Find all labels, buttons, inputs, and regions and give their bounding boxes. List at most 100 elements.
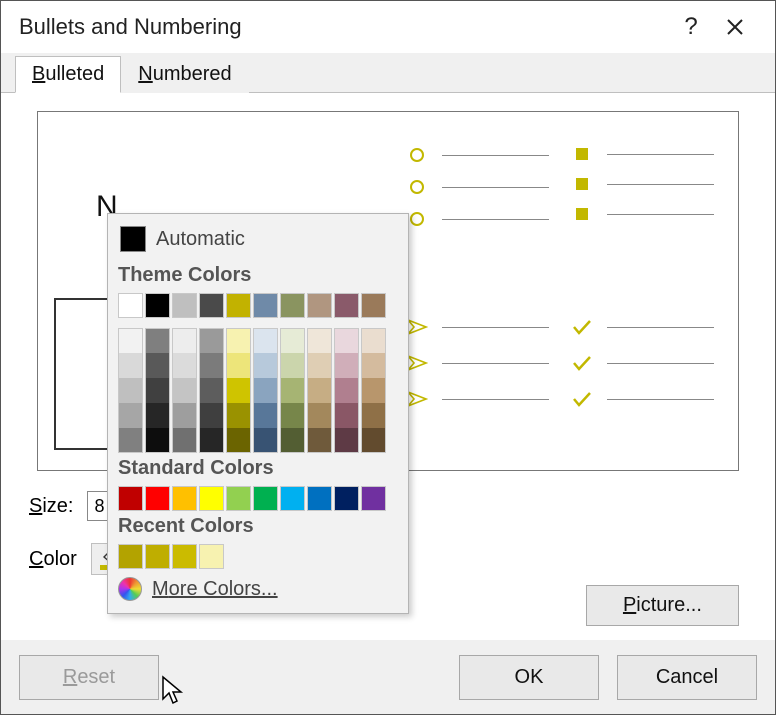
color-swatch[interactable]: [307, 428, 332, 453]
more-colors-option[interactable]: More Colors...: [118, 571, 398, 601]
footer: Reset OK Cancel: [1, 640, 775, 714]
tab-numbered[interactable]: Numbered: [121, 56, 248, 93]
color-swatch[interactable]: [307, 378, 332, 403]
color-swatch[interactable]: [118, 403, 143, 428]
color-swatch[interactable]: [118, 428, 143, 453]
color-swatch[interactable]: [361, 378, 386, 403]
color-swatch[interactable]: [361, 353, 386, 378]
color-swatch[interactable]: [334, 378, 359, 403]
color-swatch[interactable]: [280, 293, 305, 318]
color-swatch[interactable]: [253, 378, 278, 403]
color-swatch[interactable]: [172, 544, 197, 569]
color-swatch[interactable]: [172, 428, 197, 453]
color-swatch[interactable]: [199, 403, 224, 428]
standard-colors-row: [118, 486, 398, 511]
color-swatch[interactable]: [280, 486, 305, 511]
picture-button[interactable]: Picture...: [586, 585, 739, 626]
color-swatch[interactable]: [145, 328, 170, 353]
color-swatch[interactable]: [199, 353, 224, 378]
close-icon[interactable]: [713, 17, 757, 37]
color-swatch[interactable]: [145, 428, 170, 453]
color-swatch[interactable]: [118, 353, 143, 378]
color-swatch[interactable]: [172, 378, 197, 403]
ok-button[interactable]: OK: [459, 655, 599, 700]
help-icon[interactable]: ?: [669, 13, 713, 41]
color-swatch[interactable]: [334, 328, 359, 353]
color-swatch[interactable]: [226, 428, 251, 453]
recent-colors-row: [118, 544, 398, 569]
automatic-swatch: [120, 226, 146, 252]
color-swatch[interactable]: [172, 403, 197, 428]
color-swatch[interactable]: [145, 486, 170, 511]
cancel-button[interactable]: Cancel: [617, 655, 757, 700]
color-swatch[interactable]: [118, 328, 143, 353]
color-swatch[interactable]: [199, 544, 224, 569]
color-swatch[interactable]: [172, 486, 197, 511]
color-swatch[interactable]: [280, 403, 305, 428]
color-swatch[interactable]: [172, 353, 197, 378]
bullet-option-filled-square[interactable]: [565, 130, 720, 290]
color-swatch[interactable]: [307, 328, 332, 353]
color-swatch[interactable]: [307, 403, 332, 428]
color-swatch[interactable]: [253, 353, 278, 378]
bullet-style-grid: [400, 130, 720, 460]
color-swatch[interactable]: [172, 328, 197, 353]
theme-colors-top-row: [118, 293, 398, 318]
color-swatch[interactable]: [307, 353, 332, 378]
color-swatch[interactable]: [253, 486, 278, 511]
color-swatch[interactable]: [253, 428, 278, 453]
color-swatch[interactable]: [280, 378, 305, 403]
automatic-color-option[interactable]: Automatic: [118, 222, 398, 260]
color-swatch[interactable]: [361, 486, 386, 511]
color-swatch[interactable]: [334, 353, 359, 378]
color-swatch[interactable]: [226, 403, 251, 428]
color-swatch[interactable]: [361, 328, 386, 353]
color-swatch[interactable]: [253, 328, 278, 353]
tab-bulleted[interactable]: Bulleted: [15, 56, 121, 93]
color-swatch[interactable]: [361, 293, 386, 318]
color-swatch[interactable]: [361, 403, 386, 428]
color-swatch[interactable]: [280, 428, 305, 453]
bullet-option-open-circle[interactable]: [400, 130, 555, 290]
dialog-title: Bullets and Numbering: [19, 14, 669, 40]
color-swatch[interactable]: [118, 293, 143, 318]
color-swatch[interactable]: [145, 403, 170, 428]
color-swatch[interactable]: [226, 486, 251, 511]
color-swatch[interactable]: [199, 328, 224, 353]
color-swatch[interactable]: [199, 378, 224, 403]
color-swatch[interactable]: [118, 486, 143, 511]
color-swatch[interactable]: [145, 293, 170, 318]
size-label: Size:: [29, 495, 73, 518]
color-swatch[interactable]: [199, 293, 224, 318]
cursor-icon: [161, 675, 185, 710]
color-swatch[interactable]: [226, 378, 251, 403]
standard-colors-heading: Standard Colors: [118, 457, 398, 480]
color-swatch[interactable]: [280, 328, 305, 353]
color-swatch[interactable]: [307, 486, 332, 511]
color-swatch[interactable]: [334, 293, 359, 318]
bullet-option-checkmark[interactable]: [565, 300, 720, 460]
color-swatch[interactable]: [361, 428, 386, 453]
color-swatch[interactable]: [253, 293, 278, 318]
color-swatch[interactable]: [145, 378, 170, 403]
color-swatch[interactable]: [172, 293, 197, 318]
color-swatch[interactable]: [253, 403, 278, 428]
color-swatch[interactable]: [226, 353, 251, 378]
color-swatch[interactable]: [118, 378, 143, 403]
color-swatch[interactable]: [145, 353, 170, 378]
color-swatch[interactable]: [199, 428, 224, 453]
color-swatch[interactable]: [334, 428, 359, 453]
color-swatch[interactable]: [226, 293, 251, 318]
bullet-option-arrow[interactable]: [400, 300, 555, 460]
color-swatch[interactable]: [334, 403, 359, 428]
color-swatch[interactable]: [145, 544, 170, 569]
color-swatch[interactable]: [226, 328, 251, 353]
color-swatch[interactable]: [334, 486, 359, 511]
color-swatch[interactable]: [118, 544, 143, 569]
color-wheel-icon: [118, 577, 142, 601]
content-area: N Size: Color Picture... Customize... Au…: [1, 93, 775, 633]
color-swatch[interactable]: [307, 293, 332, 318]
color-label: Color: [29, 548, 77, 571]
color-swatch[interactable]: [280, 353, 305, 378]
color-swatch[interactable]: [199, 486, 224, 511]
